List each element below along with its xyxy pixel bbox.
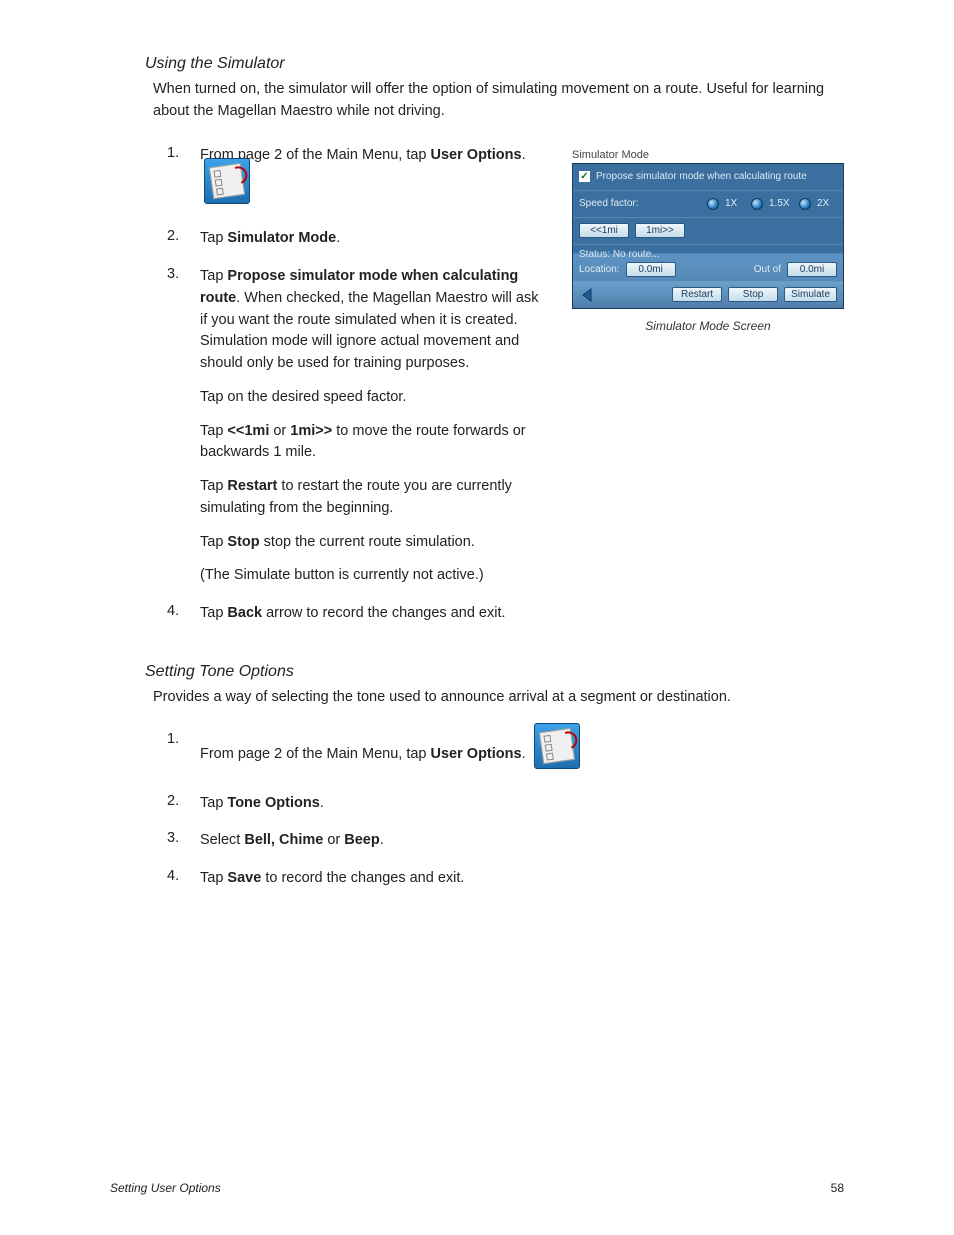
back-arrow-icon xyxy=(579,286,597,304)
step-text: Tap Simulator Mode. xyxy=(200,228,552,250)
text: Tap xyxy=(200,423,227,439)
sim-stop-btn: Stop xyxy=(728,287,778,302)
bold: Back xyxy=(227,605,262,621)
text: . xyxy=(336,230,340,246)
step-text: From page 2 of the Main Menu, tap User O… xyxy=(200,731,844,777)
bold: <<1mi xyxy=(227,423,269,439)
sub-para: (The Simulate button is currently not ac… xyxy=(200,565,544,587)
step-number: 3. xyxy=(145,266,200,282)
step-number: 2. xyxy=(145,228,200,244)
text: or xyxy=(269,423,290,439)
step-text: Tap Propose simulator mode when calculat… xyxy=(200,266,552,587)
text: stop the current route simulation. xyxy=(260,534,475,550)
bold: Beep xyxy=(344,832,379,848)
sub-para: Tap Stop stop the current route simulati… xyxy=(200,532,544,554)
step-number: 4. xyxy=(145,868,200,884)
sim-restart-btn: Restart xyxy=(672,287,722,302)
sim-speed-1x: 1X xyxy=(725,198,745,209)
step-number: 4. xyxy=(145,603,200,619)
bold: Simulator Mode xyxy=(227,230,336,246)
text: Tap xyxy=(200,795,227,811)
sim-speed-15x: 1.5X xyxy=(769,198,793,209)
text: arrow to record the changes and exit. xyxy=(262,605,505,621)
sim-location-label: Location: xyxy=(579,264,620,275)
step-number: 3. xyxy=(145,830,200,846)
sim-window-title: Simulator Mode xyxy=(572,149,844,161)
bold: Bell, Chime xyxy=(244,832,323,848)
simulator-figure: Simulator Mode ✓ Propose simulator mode … xyxy=(572,149,844,333)
text: Tap xyxy=(200,478,227,494)
text: to record the changes and exit. xyxy=(261,870,464,886)
section-heading-simulator: Using the Simulator xyxy=(145,55,844,73)
sim-speed-label: Speed factor: xyxy=(579,198,638,209)
bold: Save xyxy=(227,870,261,886)
sub-para: Tap Restart to restart the route you are… xyxy=(200,476,544,520)
sim-outof-label: Out of xyxy=(754,264,781,275)
step-text: From page 2 of the Main Menu, tap User O… xyxy=(200,145,552,213)
step-text: Tap Tone Options. xyxy=(200,793,844,815)
text: Tap xyxy=(200,534,227,550)
bold: User Options xyxy=(431,147,522,163)
text: . xyxy=(522,147,526,163)
radio-icon xyxy=(799,198,811,210)
sim-total-val: 0.0mi xyxy=(787,262,837,277)
bold: Restart xyxy=(227,478,277,494)
step-text: Tap Save to record the changes and exit. xyxy=(200,868,844,890)
footer-section: Setting User Options xyxy=(110,1181,221,1195)
text: . xyxy=(380,832,384,848)
text: or xyxy=(323,832,344,848)
step-number: 1. xyxy=(145,731,200,747)
text: Tap xyxy=(200,605,227,621)
step-number: 1. xyxy=(145,145,200,161)
bold: Tone Options xyxy=(227,795,319,811)
bold: Stop xyxy=(227,534,259,550)
sim-screen: ✓ Propose simulator mode when calculatin… xyxy=(572,163,844,309)
intro-tone: Provides a way of selecting the tone use… xyxy=(153,687,844,709)
step-text: Tap Back arrow to record the changes and… xyxy=(200,603,844,625)
text: Tap xyxy=(200,230,227,246)
sim-back-1mi: <<1mi xyxy=(579,223,629,238)
section-heading-tone: Setting Tone Options xyxy=(145,663,844,681)
bold: User Options xyxy=(431,745,522,761)
radio-icon xyxy=(707,198,719,210)
page-number: 58 xyxy=(831,1181,844,1195)
sim-simulate-btn: Simulate xyxy=(784,287,837,302)
sim-propose-label: Propose simulator mode when calculating … xyxy=(596,171,807,182)
step-number: 2. xyxy=(145,793,200,809)
text: Tap xyxy=(200,268,227,284)
sub-para: Tap <<1mi or 1mi>> to move the route for… xyxy=(200,421,544,465)
user-options-icon xyxy=(204,158,250,204)
step-text: Select Bell, Chime or Beep. xyxy=(200,830,844,852)
sim-caption: Simulator Mode Screen xyxy=(572,319,844,333)
text: . xyxy=(320,795,324,811)
sim-location-val: 0.0mi xyxy=(626,262,676,277)
sim-fwd-1mi: 1mi>> xyxy=(635,223,685,238)
sim-status: Status: No route... xyxy=(579,249,837,260)
text: . xyxy=(522,745,526,761)
checkbox-icon: ✓ xyxy=(579,171,590,182)
text: From page 2 of the Main Menu, tap xyxy=(200,745,431,761)
sub-para: Tap on the desired speed factor. xyxy=(200,387,544,409)
user-options-icon xyxy=(534,723,580,769)
text: Tap xyxy=(200,870,227,886)
intro-simulator: When turned on, the simulator will offer… xyxy=(153,79,844,123)
bold: 1mi>> xyxy=(290,423,332,439)
text: Select xyxy=(200,832,244,848)
sim-speed-2x: 2X xyxy=(817,198,837,209)
text: . When checked, the Magellan Maestro wil… xyxy=(200,290,538,371)
radio-icon xyxy=(751,198,763,210)
